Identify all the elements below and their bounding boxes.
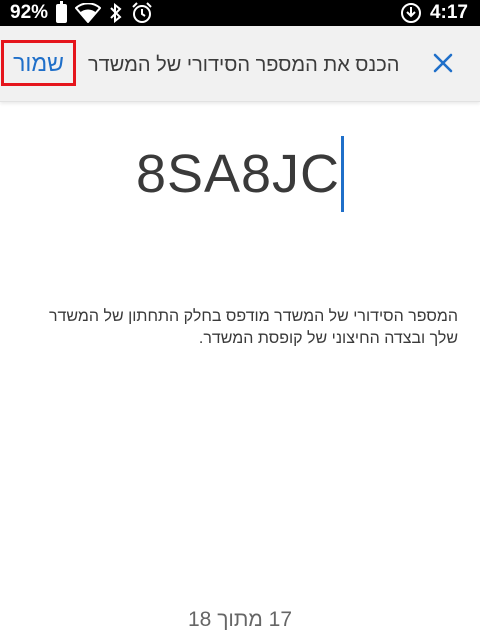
close-button[interactable] bbox=[426, 46, 460, 80]
battery-icon bbox=[56, 0, 68, 23]
status-bar: 92% 4:17 bbox=[0, 0, 480, 26]
page-counter: 17 מתוך 18 bbox=[188, 608, 292, 631]
serial-number-input[interactable]: 8SA8JC bbox=[120, 136, 360, 212]
wifi-icon bbox=[75, 3, 102, 23]
text-cursor bbox=[341, 136, 345, 212]
page-title: הכנס את המספר הסידורי של המשדר bbox=[88, 54, 400, 76]
toolbar: שמור הכנס את המספר הסידורי של המשדר bbox=[0, 26, 480, 102]
save-button[interactable]: שמור bbox=[1, 40, 76, 86]
status-left: 92% bbox=[10, 0, 153, 24]
battery-percent: 92% bbox=[10, 2, 49, 23]
data-saver-icon bbox=[400, 2, 422, 24]
alarm-icon bbox=[131, 2, 153, 24]
status-right: 4:17 bbox=[400, 2, 468, 24]
close-icon bbox=[433, 53, 453, 73]
clock: 4:17 bbox=[429, 2, 468, 23]
help-text: המספר הסידורי של המשדר מודפס בחלק התחתון… bbox=[48, 308, 458, 347]
serial-number-value: 8SA8JC bbox=[135, 144, 341, 204]
bluetooth-icon bbox=[109, 3, 123, 23]
